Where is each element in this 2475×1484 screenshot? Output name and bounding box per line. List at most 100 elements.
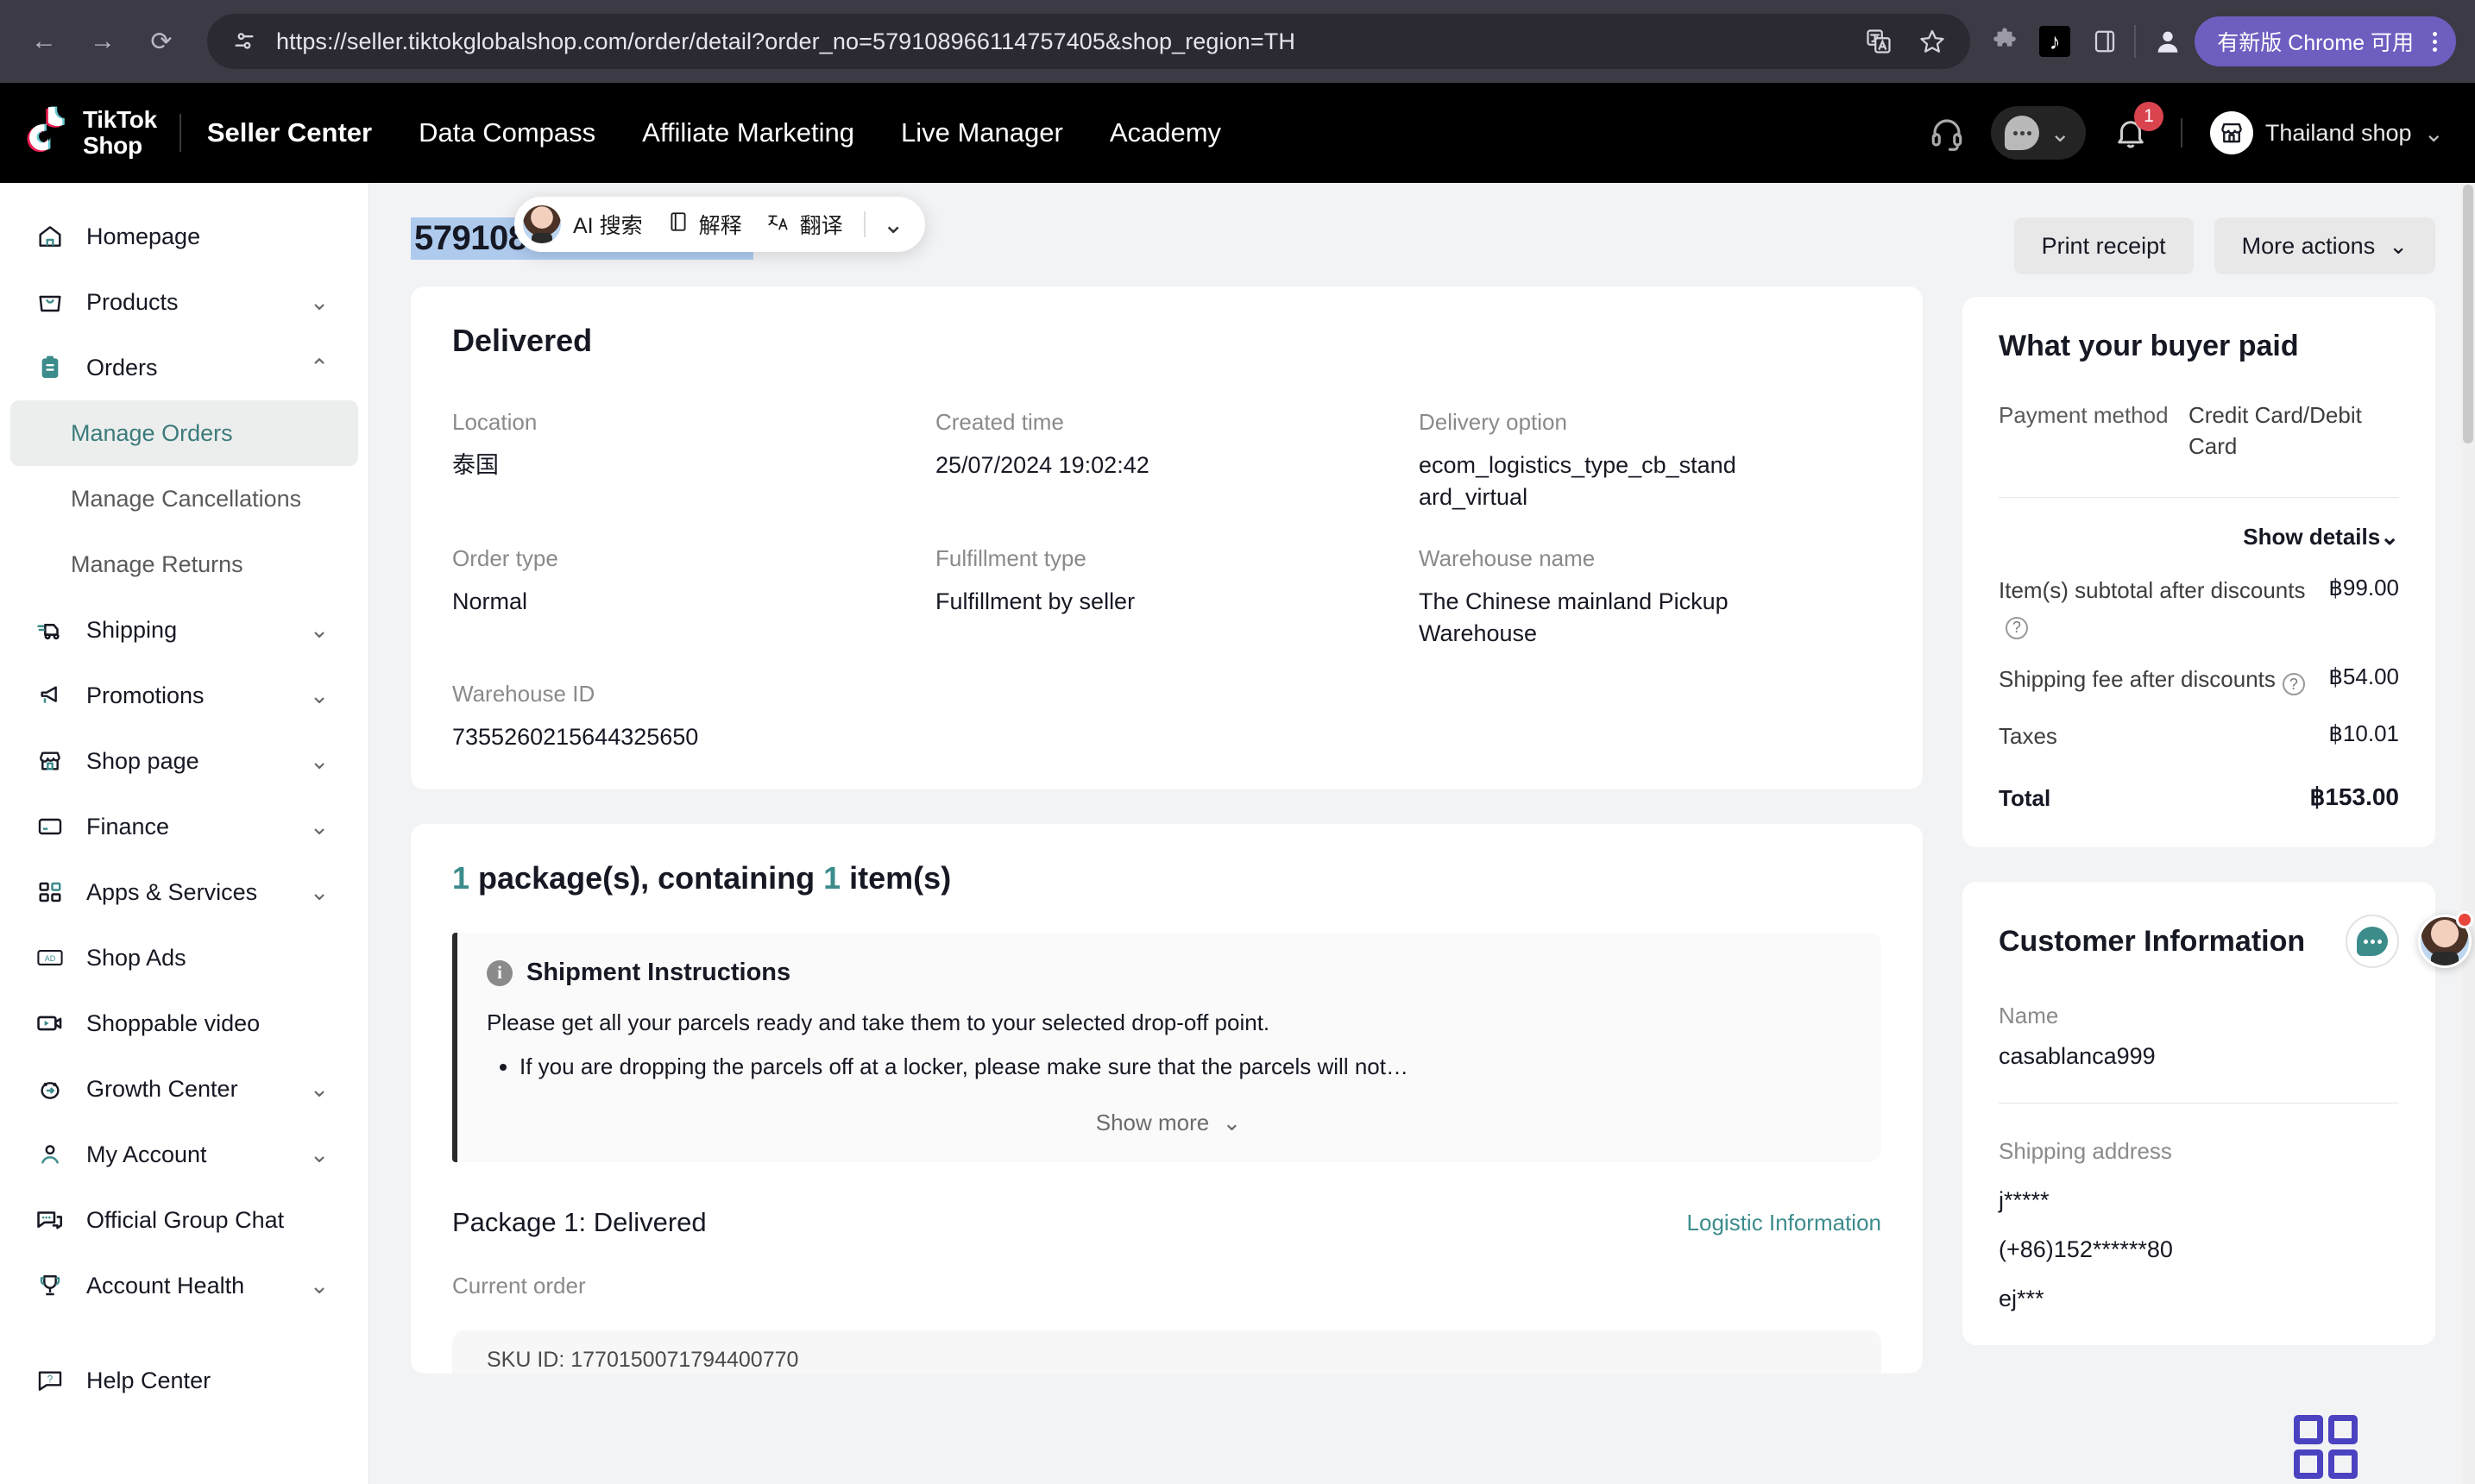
reload-icon[interactable]: ⟳ [136, 16, 186, 66]
main-column: 579108966114757405 Delivered Location 泰国… [369, 183, 1962, 1484]
side-panel-icon[interactable] [2089, 26, 2120, 57]
sidebar-item-products[interactable]: Products ⌄ [10, 269, 358, 335]
sidebar-item-shop-page[interactable]: Shop page ⌄ [10, 728, 358, 794]
sidebar-item-my-account[interactable]: My Account ⌄ [10, 1122, 358, 1187]
sidebar-item-manage-orders[interactable]: Manage Orders [10, 400, 358, 466]
help-icon[interactable]: ? [2282, 673, 2305, 696]
sidebar-item-shipping[interactable]: Shipping ⌄ [10, 597, 358, 663]
headset-icon[interactable] [1925, 111, 1968, 154]
sidebar-item-finance[interactable]: Finance ⌄ [10, 794, 358, 859]
kebab-menu-icon[interactable] [2426, 31, 2444, 52]
forward-icon[interactable]: → [78, 16, 128, 66]
shop-selector[interactable]: Thailand shop ⌄ [2209, 111, 2444, 154]
more-actions-button[interactable]: More actions ⌄ [2214, 217, 2435, 274]
chevron-down-icon[interactable]: ⌄ [306, 1273, 332, 1299]
qr-grid-icon[interactable] [2294, 1415, 2358, 1479]
customer-name-label: Name [1999, 1003, 2059, 1029]
sidebar-item-label: Products [86, 288, 179, 315]
chevron-down-icon[interactable]: ⌄ [2050, 119, 2069, 148]
star-icon[interactable] [1917, 26, 1948, 57]
storefront-icon [2209, 111, 2253, 154]
right-column: What your buyer paid Payment method Cred… [1962, 183, 2475, 1484]
show-details-button[interactable]: Show details⌄ [1999, 524, 2399, 550]
field-warehouse-name: Warehouse name The Chinese mainland Pick… [1419, 545, 1881, 651]
notifications-button[interactable]: 1 [2108, 102, 2163, 155]
puzzle-icon[interactable] [1989, 26, 2020, 57]
sidebar-item-account-health[interactable]: Account Health ⌄ [10, 1253, 358, 1318]
chevron-up-icon[interactable]: ⌃ [306, 355, 332, 381]
sidebar-item-help-center[interactable]: ? Help Center [10, 1348, 358, 1413]
sidebar-item-manage-returns[interactable]: Manage Returns [10, 531, 358, 597]
sidebar-item-shoppable-video[interactable]: Shoppable video [10, 990, 358, 1056]
header-actions: Print receipt More actions ⌄ [2013, 217, 2435, 274]
messages-button[interactable]: ⌄ [1991, 106, 2086, 160]
sidebar-item-manage-cancellations[interactable]: Manage Cancellations [10, 466, 358, 531]
url-text[interactable]: https://seller.tiktokglobalshop.com/orde… [276, 28, 1846, 55]
customer-card-header: Customer Information [1999, 915, 2399, 969]
tiktok-icon[interactable]: ♪ [2039, 26, 2071, 57]
chevron-down-icon[interactable]: ⌄ [306, 748, 332, 775]
browser-toolbar: ← → ⟳ https://seller.tiktokglobalshop.co… [0, 0, 2475, 83]
sidebar-subitem-label: Manage Orders [71, 419, 233, 446]
sidebar-item-orders[interactable]: Orders ⌃ [10, 335, 358, 400]
chevron-down-icon[interactable]: ⌄ [2424, 119, 2444, 148]
show-more-label: Show more [1095, 1110, 1210, 1136]
nav-link-seller-center[interactable]: Seller Center [207, 117, 372, 148]
address-bar[interactable]: https://seller.tiktokglobalshop.com/orde… [207, 14, 1971, 69]
ad-icon: AD [33, 943, 67, 972]
payment-method-label: Payment method [1999, 402, 2169, 428]
nav-link-live-manager[interactable]: Live Manager [901, 117, 1063, 148]
chrome-update-button[interactable]: 有新版 Chrome 可用 [2195, 16, 2456, 66]
ai-explain-button[interactable]: 解释 [655, 209, 754, 240]
tiktok-shop-logo[interactable]: TikTok Shop [24, 105, 157, 161]
show-more-button[interactable]: Show more ⌄ [487, 1110, 1850, 1141]
chevron-down-icon[interactable]: ⌄ [306, 814, 332, 840]
chevron-down-icon[interactable]: ⌄ [306, 1076, 332, 1103]
page-scrollbar[interactable] [2461, 183, 2475, 1484]
sidebar-item-official-group-chat[interactable]: Official Group Chat [10, 1187, 358, 1253]
back-icon[interactable]: ← [19, 16, 69, 66]
translate-icon[interactable] [1863, 26, 1894, 57]
nav-divider-2 [2180, 118, 2182, 148]
ai-assistant-popup[interactable]: AI 搜索 解释 翻译 ⌄ [514, 197, 925, 252]
sidebar-item-growth-center[interactable]: Growth Center ⌄ [10, 1056, 358, 1122]
chat-bubble-icon[interactable] [2346, 915, 2399, 969]
sidebar-item-homepage[interactable]: Homepage [10, 204, 358, 269]
logistic-information-link[interactable]: Logistic Information [1687, 1210, 1881, 1236]
chevron-down-icon[interactable]: ⌄ [306, 1141, 332, 1168]
summary-label: Taxes [1999, 722, 2057, 749]
profile-icon[interactable] [2150, 23, 2186, 60]
print-receipt-button[interactable]: Print receipt [2013, 217, 2194, 274]
tune-icon[interactable] [230, 27, 259, 56]
help-icon[interactable]: ? [2006, 616, 2028, 639]
ai-search-button[interactable]: AI 搜索 [561, 209, 655, 240]
packages-heading: 1 package(s), containing 1 item(s) [452, 860, 1881, 896]
customer-information-card: Customer Information Name casablanca999 … [1962, 882, 2435, 1346]
logo-line-1: TikTok [83, 106, 157, 134]
field-label: Location [452, 409, 538, 435]
nav-link-affiliate-marketing[interactable]: Affiliate Marketing [642, 117, 854, 148]
chevron-down-icon[interactable]: ⌄ [306, 617, 332, 644]
field-order-type: Order type Normal [452, 545, 915, 651]
sidebar-item-promotions[interactable]: Promotions ⌄ [10, 663, 358, 728]
chevron-down-icon[interactable]: ⌄ [306, 682, 332, 709]
scrollbar-thumb[interactable] [2463, 185, 2473, 443]
sidebar: Homepage Products ⌄ Orders ⌃ Manage Orde… [0, 183, 369, 1484]
address-line: j***** [1999, 1187, 2050, 1214]
sidebar-item-apps-services[interactable]: Apps & Services ⌄ [10, 859, 358, 925]
app-body: Homepage Products ⌄ Orders ⌃ Manage Orde… [0, 183, 2475, 1484]
notice-list-item: If you are dropping the parcels off at a… [520, 1050, 1850, 1084]
chevron-down-icon[interactable]: ⌄ [306, 879, 332, 906]
nav-link-academy[interactable]: Academy [1110, 117, 1221, 148]
logo-line-2: Shop [83, 132, 142, 159]
address-line: (+86)152******80 [1999, 1236, 2173, 1263]
sidebar-item-label: Apps & Services [86, 878, 258, 905]
chevron-down-icon[interactable]: ⌄ [874, 210, 913, 240]
chevron-down-icon[interactable]: ⌄ [306, 289, 332, 316]
packages-heading-mid: package(s), containing [469, 860, 824, 896]
sidebar-item-shop-ads[interactable]: AD Shop Ads [10, 925, 358, 990]
field-delivery-option: Delivery option ecom_logistics_type_cb_s… [1419, 409, 1881, 514]
seller-top-nav: TikTok Shop Seller Center Data Compass A… [0, 83, 2475, 183]
nav-link-data-compass[interactable]: Data Compass [419, 117, 595, 148]
ai-translate-button[interactable]: 翻译 [754, 209, 855, 240]
